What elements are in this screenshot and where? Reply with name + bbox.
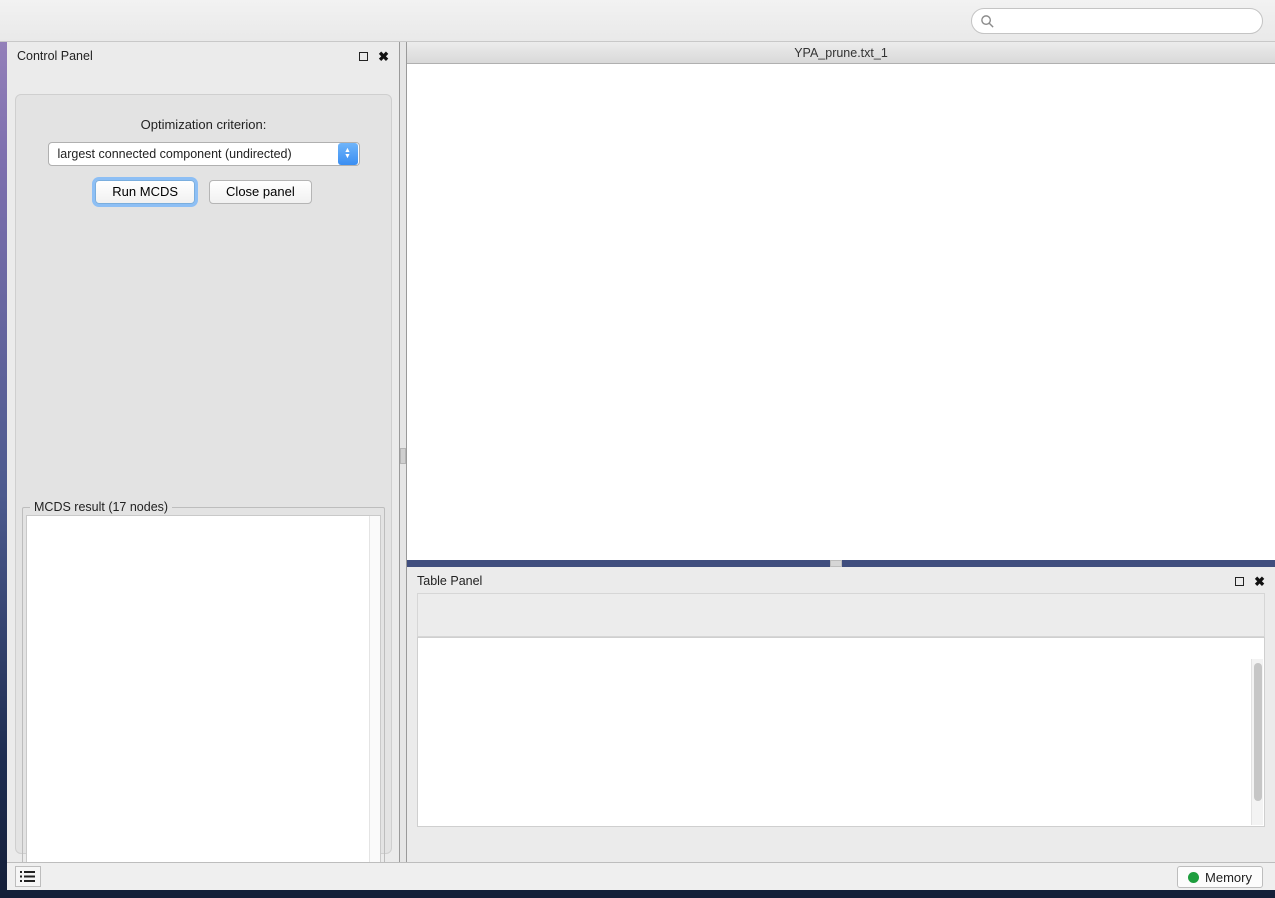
optimization-criterion-label: Optimization criterion: bbox=[16, 117, 391, 132]
float-panel-icon[interactable] bbox=[359, 52, 368, 61]
close-panel-icon[interactable]: ✖ bbox=[378, 52, 389, 61]
close-table-panel-icon[interactable]: ✖ bbox=[1254, 577, 1265, 586]
control-panel-header: Control Panel ✖ bbox=[7, 42, 399, 70]
optimization-criterion-select[interactable]: largest connected component (undirected)… bbox=[48, 142, 360, 166]
status-bar: Memory bbox=[7, 862, 1275, 890]
control-panel: Control Panel ✖ Optimization criterion: … bbox=[7, 42, 400, 862]
table-panel-header: Table Panel ✖ bbox=[407, 567, 1275, 595]
table-scrollbar[interactable] bbox=[1251, 659, 1263, 825]
mcds-list-scrollbar[interactable] bbox=[369, 516, 380, 870]
horizontal-splitter-handle[interactable] bbox=[830, 560, 842, 567]
mcds-panel: Optimization criterion: largest connecte… bbox=[15, 94, 392, 854]
network-canvas[interactable] bbox=[407, 64, 1275, 560]
select-stepper-icon: ▲▼ bbox=[338, 143, 358, 165]
task-history-button[interactable] bbox=[15, 866, 41, 887]
close-panel-button[interactable]: Close panel bbox=[209, 180, 312, 204]
table-panel: Table Panel ✖ bbox=[407, 567, 1275, 862]
memory-label: Memory bbox=[1205, 870, 1252, 885]
network-window-titlebar[interactable]: YPA_prune.txt_1 bbox=[407, 42, 1275, 64]
list-icon bbox=[20, 870, 36, 883]
desktop-background: Control Panel ✖ Optimization criterion: … bbox=[0, 0, 1275, 898]
network-graph[interactable] bbox=[407, 64, 1275, 560]
float-table-panel-icon[interactable] bbox=[1235, 577, 1244, 586]
vertical-splitter[interactable] bbox=[400, 42, 407, 862]
table-panel-title: Table Panel bbox=[417, 574, 1235, 588]
node-table bbox=[417, 637, 1265, 827]
optimization-criterion-value: largest connected component (undirected) bbox=[49, 147, 338, 161]
mcds-result-title: MCDS result (17 nodes) bbox=[30, 500, 172, 514]
memory-button[interactable]: Memory bbox=[1177, 866, 1263, 888]
network-window: YPA_prune.txt_1 bbox=[407, 42, 1275, 560]
mcds-result-group: MCDS result (17 nodes) bbox=[22, 507, 385, 875]
control-panel-title: Control Panel bbox=[17, 49, 359, 63]
search-input[interactable] bbox=[995, 11, 1262, 31]
network-window-title: YPA_prune.txt_1 bbox=[407, 46, 1275, 60]
search-box[interactable] bbox=[971, 8, 1263, 34]
vertical-splitter-handle[interactable] bbox=[400, 448, 406, 464]
memory-status-icon bbox=[1188, 872, 1199, 883]
table-scrollbar-thumb[interactable] bbox=[1254, 663, 1262, 801]
run-mcds-button[interactable]: Run MCDS bbox=[95, 180, 195, 204]
main-toolbar bbox=[0, 0, 1275, 42]
table-toolbar bbox=[417, 593, 1265, 637]
mcds-result-list[interactable] bbox=[26, 515, 381, 871]
search-icon bbox=[980, 14, 995, 29]
